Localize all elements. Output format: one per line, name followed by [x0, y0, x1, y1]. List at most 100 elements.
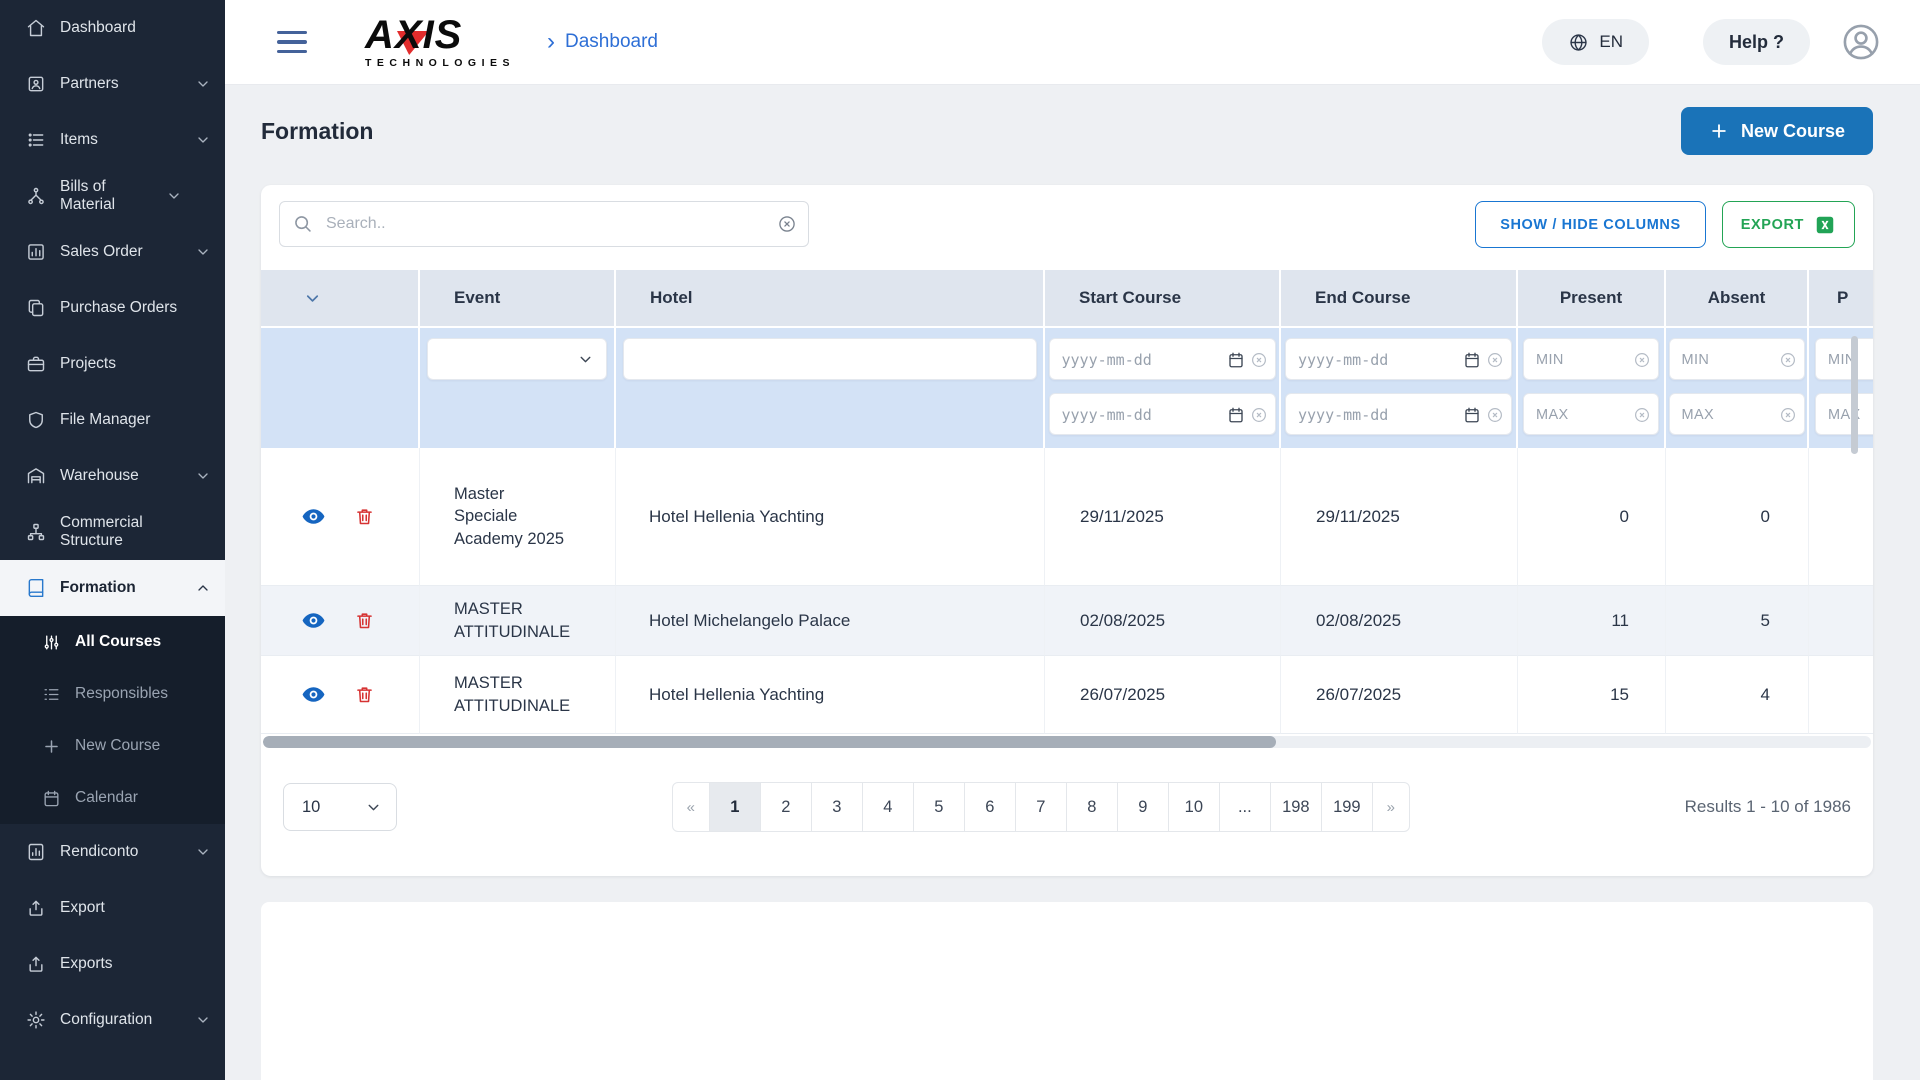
submenu-item-calendar[interactable]: Calendar	[0, 772, 225, 824]
sidebar-item-configuration[interactable]: Configuration	[0, 992, 225, 1048]
plus-icon	[42, 737, 61, 756]
sidebar-item-dashboard[interactable]: Dashboard	[0, 0, 225, 56]
sidebar-item-label: Bills of Material	[60, 178, 152, 214]
formation-submenu: All Courses Responsibles New Course Cale…	[0, 616, 225, 824]
sidebar-item-export[interactable]: Export	[0, 880, 225, 936]
submenu-item-new-course[interactable]: New Course	[0, 720, 225, 772]
clear-filter-icon[interactable]	[1250, 406, 1268, 424]
filter-partial-min-cell	[1809, 328, 1873, 390]
page-button[interactable]: 8	[1066, 782, 1118, 832]
page-button[interactable]: 2	[760, 782, 812, 832]
header-absent[interactable]: Absent	[1666, 270, 1809, 328]
main-area: AXIS TECHNOLOGIES › Dashboard EN Help ? …	[225, 0, 1920, 1080]
vertical-scrollbar-thumb[interactable]	[1851, 336, 1858, 454]
calendar-icon[interactable]	[1227, 406, 1245, 424]
present-cell: 0	[1518, 448, 1666, 586]
expand-all-icon[interactable]	[303, 289, 322, 308]
search-input[interactable]	[279, 201, 809, 247]
absent-max-filter	[1669, 393, 1805, 435]
header-start-course[interactable]: Start Course	[1045, 270, 1281, 328]
page-button[interactable]: 9	[1117, 782, 1169, 832]
new-course-button[interactable]: New Course	[1681, 107, 1873, 155]
submenu-item-all-courses[interactable]: All Courses	[0, 616, 225, 668]
event-cell: MASTER ATTITUDINALE	[420, 586, 616, 656]
export-button[interactable]: EXPORT	[1722, 201, 1855, 248]
sidebar-item-sales-order[interactable]: Sales Order	[0, 224, 225, 280]
page-button[interactable]: 199	[1321, 782, 1373, 832]
sidebar-item-label: Rendiconto	[60, 843, 181, 861]
event-filter-select[interactable]	[427, 338, 607, 380]
end-course-min-date	[1285, 338, 1512, 380]
sidebar-item-exports[interactable]: Exports	[0, 936, 225, 992]
bottom-panel	[261, 902, 1873, 1080]
view-icon[interactable]	[301, 504, 326, 529]
page-size-select[interactable]: 10	[283, 783, 397, 831]
sidebar-item-warehouse[interactable]: Warehouse	[0, 448, 225, 504]
sidebar-item-file-manager[interactable]: File Manager	[0, 392, 225, 448]
page-button[interactable]: 7	[1015, 782, 1067, 832]
page-button[interactable]: 5	[913, 782, 965, 832]
view-icon[interactable]	[301, 682, 326, 707]
page-button[interactable]: 6	[964, 782, 1016, 832]
page-next-button[interactable]: »	[1372, 782, 1410, 832]
hamburger-menu-icon[interactable]	[277, 31, 307, 53]
sidebar-item-items[interactable]: Items	[0, 112, 225, 168]
view-icon[interactable]	[301, 608, 326, 633]
clear-filter-icon[interactable]	[1250, 351, 1268, 369]
delete-icon[interactable]	[354, 610, 375, 631]
page-button[interactable]: 4	[862, 782, 914, 832]
header-event[interactable]: Event	[420, 270, 616, 328]
clear-filter-icon[interactable]	[1633, 406, 1651, 424]
end-course-cell: 26/07/2025	[1281, 656, 1518, 734]
header-hotel[interactable]: Hotel	[616, 270, 1045, 328]
sidebar-item-projects[interactable]: Projects	[0, 336, 225, 392]
breadcrumb[interactable]: › Dashboard	[547, 30, 658, 54]
row-actions-cell	[261, 656, 420, 734]
partial-max-filter	[1815, 393, 1873, 435]
clear-filter-icon[interactable]	[1779, 351, 1797, 369]
sidebar-item-rendiconto[interactable]: Rendiconto	[0, 824, 225, 880]
sidebar-item-label: Warehouse	[60, 467, 181, 485]
horizontal-scrollbar[interactable]	[263, 736, 1871, 748]
calendar-icon[interactable]	[1463, 406, 1481, 424]
partial-max-input[interactable]	[1816, 394, 1873, 436]
page-button[interactable]: 1	[709, 782, 761, 832]
language-button[interactable]: EN	[1542, 19, 1649, 65]
horizontal-scrollbar-thumb[interactable]	[263, 736, 1276, 748]
header-partial[interactable]: P	[1809, 270, 1873, 328]
courses-card: SHOW / HIDE COLUMNS EXPORT Event	[261, 185, 1873, 876]
calendar-icon[interactable]	[1463, 351, 1481, 369]
filter-row-min	[261, 328, 1873, 390]
page-button[interactable]: 3	[811, 782, 863, 832]
hotel-filter-input[interactable]	[623, 338, 1037, 380]
sidebar-item-formation[interactable]: Formation	[0, 560, 225, 616]
clear-filter-icon[interactable]	[1633, 351, 1651, 369]
sidebar-item-label: Items	[60, 131, 181, 149]
filter-hotel-cell	[616, 328, 1045, 390]
clear-filter-icon[interactable]	[1779, 406, 1797, 424]
page-prev-button[interactable]: «	[672, 782, 710, 832]
page-button[interactable]: 10	[1168, 782, 1220, 832]
clear-search-icon[interactable]	[777, 214, 797, 234]
delete-icon[interactable]	[354, 684, 375, 705]
sidebar-item-partners[interactable]: Partners	[0, 56, 225, 112]
delete-icon[interactable]	[354, 506, 375, 527]
header-present[interactable]: Present	[1518, 270, 1666, 328]
vertical-scrollbar[interactable]	[1851, 336, 1858, 734]
page-button[interactable]: 198	[1270, 782, 1322, 832]
help-button[interactable]: Help ?	[1703, 19, 1810, 65]
clear-filter-icon[interactable]	[1486, 406, 1504, 424]
sidebar-item-bills-of-material[interactable]: Bills of Material	[0, 168, 225, 224]
user-avatar[interactable]	[1840, 21, 1882, 63]
clear-filter-icon[interactable]	[1486, 351, 1504, 369]
table-row: MASTER ATTITUDINALE Hotel Michelangelo P…	[261, 586, 1873, 656]
submenu-item-responsibles[interactable]: Responsibles	[0, 668, 225, 720]
sidebar-item-purchase-orders[interactable]: Purchase Orders	[0, 280, 225, 336]
calendar-icon[interactable]	[1227, 351, 1245, 369]
header-end-course[interactable]: End Course	[1281, 270, 1518, 328]
show-hide-columns-button[interactable]: SHOW / HIDE COLUMNS	[1475, 201, 1706, 248]
partial-min-input[interactable]	[1816, 339, 1873, 381]
brand-logo[interactable]: AXIS TECHNOLOGIES	[365, 15, 515, 69]
chevron-down-icon	[195, 76, 211, 92]
sidebar-item-commercial-structure[interactable]: Commercial Structure	[0, 504, 225, 560]
